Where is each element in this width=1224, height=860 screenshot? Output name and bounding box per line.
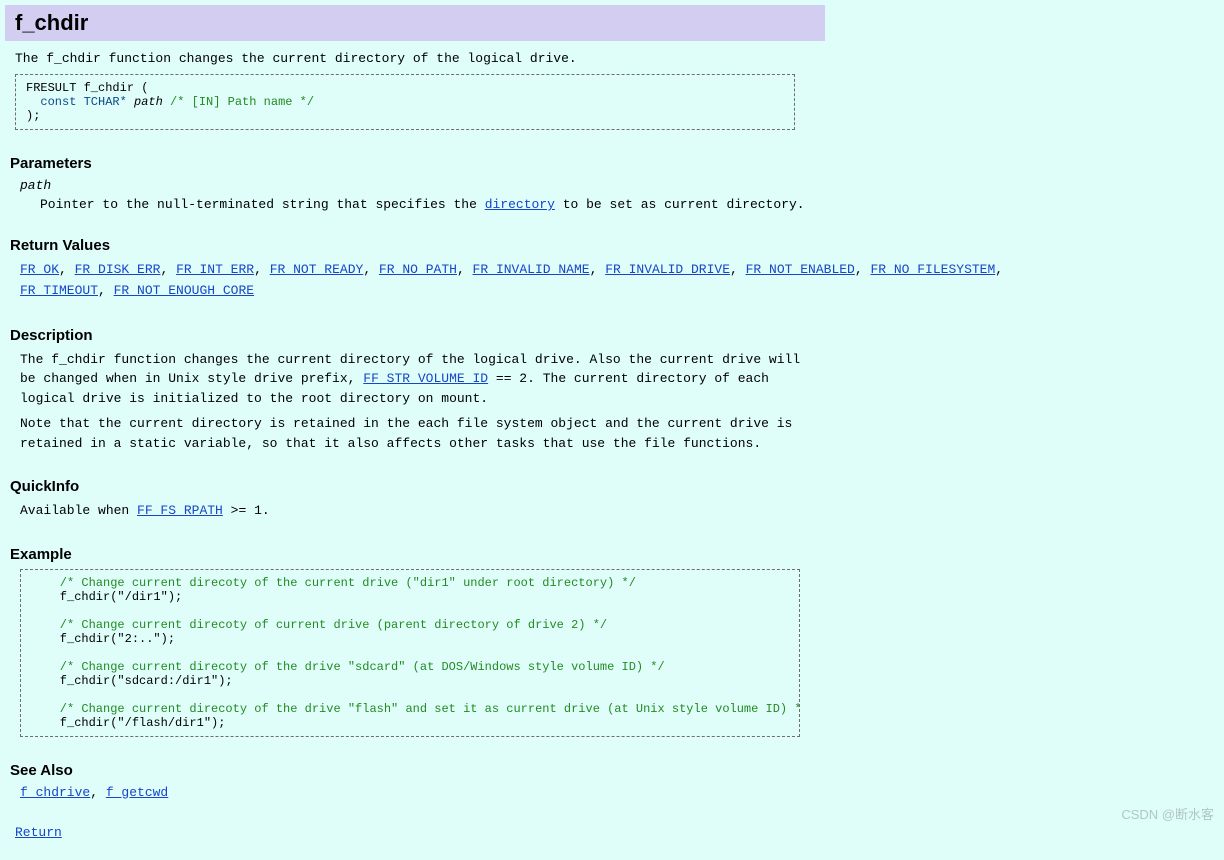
param-desc-after: to be set as current directory. (555, 197, 805, 212)
return-values-section: Return Values FR OK, FR DISK ERR, FR INT… (5, 237, 1219, 302)
example-comment-2: /* Change current direcoty of current dr… (31, 618, 607, 632)
desc-p1-before: The (20, 352, 51, 367)
example-comment-3: /* Change current direcoty of the drive … (31, 660, 665, 674)
syntax-keyword: const TCHAR* (26, 95, 127, 109)
param-desc-link[interactable]: directory (485, 197, 555, 212)
intro-prefix: The (15, 51, 46, 66)
return-value-link[interactable]: FR INVALID DRIVE (605, 262, 730, 277)
return-value-link[interactable]: FR NOT ENOUGH CORE (114, 283, 254, 298)
return-link-wrap: Return (15, 825, 1219, 840)
page-title: f_chdir (5, 5, 825, 41)
param-name: path (20, 178, 1214, 193)
param-desc-before: Pointer to the null-terminated string th… (40, 197, 485, 212)
intro-text: The f_chdir function changes the current… (5, 51, 1219, 66)
parameters-section: Parameters path Pointer to the null-term… (5, 155, 1219, 212)
desc-p1-func: f_chdir (51, 352, 106, 367)
example-section: Example /* Change current direcoty of th… (5, 546, 1219, 737)
quickinfo-link[interactable]: FF_FS_RPATH (137, 503, 223, 518)
return-value-link[interactable]: FR DISK ERR (75, 262, 161, 277)
syntax-param: path (127, 95, 163, 109)
intro-func-name: f_chdir (46, 51, 101, 66)
example-comment-4: /* Change current direcoty of the drive … (31, 702, 800, 716)
quickinfo-before: Available when (20, 503, 137, 518)
example-block: /* Change current direcoty of the curren… (20, 569, 800, 737)
quickinfo-text: Available when FF_FS_RPATH >= 1. (20, 501, 820, 521)
return-value-link[interactable]: FR INVALID NAME (473, 262, 590, 277)
example-line-2: f_chdir("2:.."); (31, 632, 175, 646)
return-values-list: FR OK, FR DISK ERR, FR INT ERR, FR NOT R… (20, 260, 1214, 302)
example-comment-1: /* Change current direcoty of the curren… (31, 576, 636, 590)
description-heading: Description (10, 327, 1214, 344)
see-also-section: See Also f chdrive, f getcwd (5, 762, 1219, 800)
syntax-line1: FRESULT f_chdir ( (26, 81, 148, 95)
param-desc: Pointer to the null-terminated string th… (40, 197, 1214, 212)
example-line-1: f_chdir("/dir1"); (31, 590, 182, 604)
return-values-heading: Return Values (10, 237, 1214, 254)
description-p2: Note that the current directory is retai… (20, 414, 820, 453)
quickinfo-heading: QuickInfo (10, 478, 1214, 495)
desc-p1-eq: == 2 (488, 371, 527, 386)
return-value-link[interactable]: FR NO FILESYSTEM (870, 262, 995, 277)
return-value-link[interactable]: FR TIMEOUT (20, 283, 98, 298)
intro-suffix: function changes the current directory o… (101, 51, 577, 66)
syntax-block: FRESULT f_chdir ( const TCHAR* path /* [… (15, 74, 795, 130)
quickinfo-section: QuickInfo Available when FF_FS_RPATH >= … (5, 478, 1219, 521)
quickinfo-after: >= 1. (223, 503, 270, 518)
description-section: Description The f_chdir function changes… (5, 327, 1219, 454)
example-line-4: f_chdir("/flash/dir1"); (31, 716, 225, 730)
syntax-comment: /* [IN] Path name */ (163, 95, 314, 109)
return-link[interactable]: Return (15, 825, 62, 840)
see-also-list: f chdrive, f getcwd (20, 785, 1214, 800)
return-value-link[interactable]: FR NOT ENABLED (746, 262, 855, 277)
see-also-heading: See Also (10, 762, 1214, 779)
example-line-3: f_chdir("sdcard:/dir1"); (31, 674, 233, 688)
return-value-link[interactable]: FR NOT READY (270, 262, 364, 277)
example-heading: Example (10, 546, 1214, 563)
see-also-link[interactable]: f chdrive (20, 785, 90, 800)
parameters-heading: Parameters (10, 155, 1214, 172)
return-value-link[interactable]: FR INT ERR (176, 262, 254, 277)
description-p1: The f_chdir function changes the current… (20, 350, 820, 409)
desc-p1-link[interactable]: FF_STR_VOLUME_ID (363, 371, 488, 386)
syntax-line3: ); (26, 109, 40, 123)
see-also-link[interactable]: f getcwd (106, 785, 168, 800)
return-value-link[interactable]: FR OK (20, 262, 59, 277)
return-value-link[interactable]: FR NO PATH (379, 262, 457, 277)
